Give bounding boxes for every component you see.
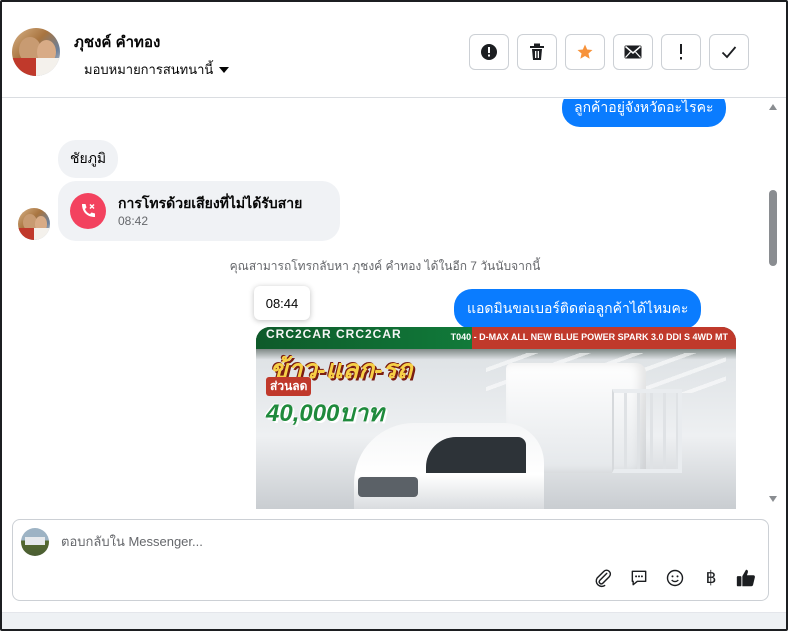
mark-unread-button[interactable] [613, 34, 653, 70]
check-icon [721, 46, 737, 59]
paperclip-icon [595, 569, 612, 588]
like-button[interactable] [734, 566, 758, 590]
star-button[interactable] [565, 34, 605, 70]
scroll-up-arrow[interactable] [768, 102, 778, 112]
image-attachment[interactable]: CRC2CAR CRC2CAR T040 - D-MAX ALL NEW BLU… [256, 327, 736, 509]
inbox-conversation-window: ภุชงค์ คำทอง มอบหมายการสนทนานี้ ลูกค้าอย… [0, 0, 788, 631]
trash-icon [530, 43, 544, 60]
page-avatar [21, 528, 49, 556]
envelope-icon [624, 45, 642, 59]
delete-button[interactable] [517, 34, 557, 70]
message-thread[interactable]: ลูกค้าอยู่จังหวัดอะไรคะ ชัยภูมิ การโทรด้… [2, 99, 768, 509]
image-promo-amount: 40,000บาท [266, 400, 384, 427]
assign-conversation-dropdown[interactable]: มอบหมายการสนทนานี้ [84, 59, 230, 80]
image-truck-grille [358, 477, 418, 497]
conversation-header: ภุชงค์ คำทอง มอบหมายการสนทนานี้ [2, 2, 786, 98]
exclamation-icon [680, 44, 682, 60]
done-button[interactable] [709, 34, 749, 70]
missed-call-time: 08:42 [118, 214, 149, 228]
alert-circle-icon [481, 44, 497, 60]
emoji-button[interactable] [663, 566, 687, 590]
window-bottom-strip [2, 612, 786, 629]
reply-composer: ฿ [12, 519, 769, 601]
image-truck-rack [612, 389, 682, 473]
image-model-text: T040 - D-MAX ALL NEW BLUE POWER SPARK 3.… [450, 332, 728, 342]
star-icon [577, 44, 593, 59]
spam-button[interactable] [469, 34, 509, 70]
contact-name[interactable]: ภุชงค์ คำทอง [74, 30, 160, 54]
incoming-message[interactable]: ชัยภูมิ [58, 140, 119, 178]
baht-icon[interactable]: ฿ [699, 566, 723, 590]
missed-call-title: การโทรด้วยเสียงที่ไม่ได้รับสาย [118, 195, 303, 211]
outgoing-message[interactable]: แอดมินขอเบอร์ติดต่อลูกค้าได้ไหมคะ [454, 289, 702, 329]
reply-input[interactable] [61, 534, 661, 549]
assign-conversation-label: มอบหมายการสนทนานี้ [84, 62, 214, 77]
contact-avatar-small[interactable] [18, 208, 50, 240]
message-time-tooltip: 08:44 [254, 286, 310, 320]
attach-file-button[interactable] [591, 566, 615, 590]
saved-reply-icon [631, 570, 647, 586]
image-truck-window [426, 437, 526, 473]
missed-call-icon [70, 193, 106, 229]
outgoing-message[interactable]: ลูกค้าอยู่จังหวัดอะไรคะ [562, 99, 726, 127]
missed-call-card[interactable]: การโทรด้วยเสียงที่ไม่ได้รับสาย 08:42 [58, 181, 340, 241]
thumbs-up-icon [736, 569, 755, 587]
emoji-icon [666, 569, 684, 587]
contact-avatar[interactable] [12, 28, 60, 76]
callback-notice: คุณสามารถโทรกลับหา ภุชงค์ คำทอง ได้ในอีก… [229, 259, 541, 273]
scroll-down-arrow[interactable] [768, 494, 778, 504]
caret-down-icon [219, 66, 230, 73]
follow-up-button[interactable] [661, 34, 701, 70]
scrollbar-thumb[interactable] [769, 190, 777, 266]
image-brand-text: CRC2CAR CRC2CAR [266, 327, 402, 341]
saved-reply-button[interactable] [627, 566, 651, 590]
